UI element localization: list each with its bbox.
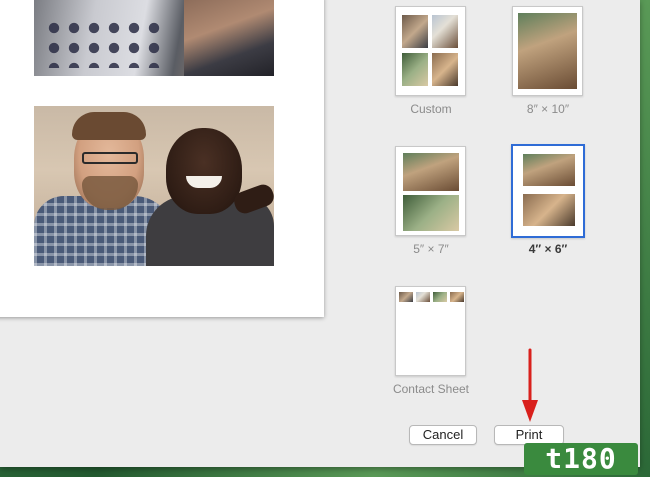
size-option-8x10[interactable] xyxy=(512,6,583,96)
size-option-label-contact-sheet: Contact Sheet xyxy=(392,382,470,396)
size-option-label-5x7: 5″ × 7″ xyxy=(413,242,449,256)
cancel-button[interactable]: Cancel xyxy=(409,425,477,445)
preview-photo-controller xyxy=(34,0,274,76)
size-option-contact-sheet[interactable] xyxy=(395,286,466,376)
red-arrow-annotation xyxy=(522,348,538,422)
size-option-label-custom: Custom xyxy=(410,102,452,116)
size-option-5x7[interactable] xyxy=(395,146,466,236)
size-option-label-4x6: 4″ × 6″ xyxy=(528,242,568,256)
t180-logo: t180 xyxy=(524,443,638,475)
preview-photo-selfie xyxy=(34,106,274,266)
size-option-4x6[interactable] xyxy=(511,144,585,238)
size-option-label-8x10: 8″ × 10″ xyxy=(526,102,570,116)
size-option-custom[interactable] xyxy=(395,6,466,96)
print-dialog: Custom 8″ × 10″ 5″ × 7″ 4″ × 6″ Contact … xyxy=(0,0,640,467)
print-preview-page xyxy=(0,0,324,317)
